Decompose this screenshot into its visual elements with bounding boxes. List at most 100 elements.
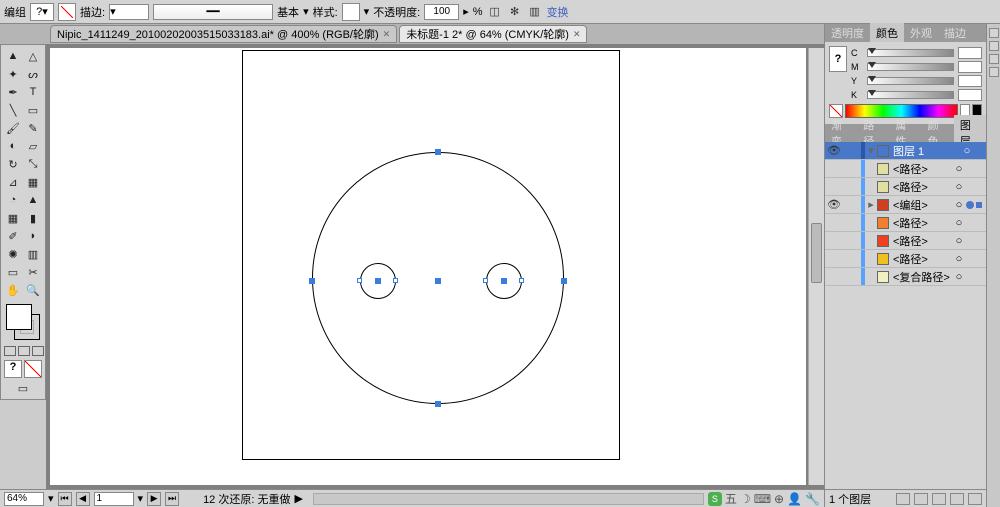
transform-link[interactable]: 变换 (547, 4, 569, 20)
close-icon[interactable]: ✕ (383, 29, 391, 40)
perspective-tool[interactable]: ▲ (24, 192, 42, 208)
rotate-tool[interactable]: ↻ (4, 156, 22, 172)
eyedropper-tool[interactable]: ✐ (4, 228, 22, 244)
mesh-tool[interactable]: ▦ (4, 210, 22, 226)
free-transform-tool[interactable]: ▦ (24, 174, 42, 190)
blend-tool[interactable]: ◗ (24, 228, 42, 244)
magenta-slider[interactable] (867, 63, 954, 71)
cyan-value[interactable] (958, 47, 982, 59)
fill-stroke-control[interactable] (4, 302, 42, 342)
document-tab-1[interactable]: Nipic_1411249_201002020035150331​83.ai* … (50, 25, 397, 43)
help-swatch[interactable]: ? (829, 46, 847, 72)
twirl-icon[interactable]: ▾ (865, 144, 877, 157)
help-button[interactable]: ? (4, 360, 22, 378)
canvas[interactable] (50, 48, 806, 485)
scrollbar-thumb[interactable] (811, 223, 822, 283)
delete-layer-button[interactable] (968, 493, 982, 505)
collapsed-panel-2[interactable] (989, 41, 999, 51)
layer-item[interactable]: 👁▸<编组>○ (825, 196, 986, 214)
artboard-input[interactable] (94, 492, 134, 506)
pen-tool[interactable]: ✒ (4, 84, 22, 100)
new-sublayer-button[interactable] (932, 493, 946, 505)
align-icon[interactable]: ◫ (487, 4, 503, 20)
type-tool[interactable]: T (24, 84, 42, 100)
layer-item[interactable]: <路径>○ (825, 250, 986, 268)
moon-icon[interactable]: ☽ (740, 492, 751, 506)
symbol-sprayer-tool[interactable]: ✺ (4, 246, 22, 262)
fill-swatch[interactable] (6, 304, 32, 330)
scale-tool[interactable]: ⤡ (24, 156, 42, 172)
blob-brush-tool[interactable]: ◐ (4, 138, 22, 154)
target-icon[interactable]: ○ (952, 271, 966, 283)
width-tool[interactable]: ⊿ (4, 174, 22, 190)
anchor-top[interactable] (435, 149, 441, 155)
tab-stroke[interactable]: 描边 (938, 23, 972, 43)
anchor-bottom[interactable] (435, 401, 441, 407)
artboard-tool[interactable]: ▭ (4, 264, 22, 280)
style-swatch[interactable] (342, 3, 360, 21)
prev-artboard-button[interactable]: ◀ (76, 492, 90, 506)
anchor-sc2b[interactable] (483, 278, 488, 283)
anchor-sc1b[interactable] (357, 278, 362, 283)
draw-normal[interactable] (4, 346, 16, 356)
make-clipping-button[interactable] (914, 493, 928, 505)
target-icon[interactable]: ○ (952, 199, 966, 211)
shape-builder-tool[interactable]: ◔ (4, 192, 22, 208)
draw-inside[interactable] (32, 346, 44, 356)
screen-mode[interactable]: ▭ (4, 380, 42, 396)
collapsed-panel-1[interactable] (989, 28, 999, 38)
magenta-value[interactable] (958, 61, 982, 73)
horizontal-scrollbar[interactable] (313, 493, 704, 505)
anchor-left[interactable] (309, 278, 315, 284)
layer-item[interactable]: <路径>○ (825, 214, 986, 232)
twirl-icon[interactable]: ▸ (865, 198, 877, 211)
new-layer-button[interactable] (950, 493, 964, 505)
collapsed-panel-3[interactable] (989, 54, 999, 64)
sogou-icon[interactable]: S (708, 492, 722, 506)
cyan-slider[interactable] (867, 49, 954, 57)
target-icon[interactable]: ○ (952, 235, 966, 247)
line-tool[interactable]: ╲ (4, 102, 22, 118)
anchor-sc2[interactable] (501, 278, 507, 284)
target-icon[interactable]: ○ (952, 253, 966, 265)
locate-object-button[interactable] (896, 493, 910, 505)
layer-item[interactable]: <路径>○ (825, 160, 986, 178)
pencil-tool[interactable]: ✎ (24, 120, 42, 136)
zoom-tool[interactable]: 🔍 (24, 282, 42, 298)
layer-row-top[interactable]: 👁 ▾ 图层 1 ○ (825, 142, 986, 160)
close-icon[interactable]: ✕ (573, 29, 581, 40)
document-tab-2[interactable]: 未标题-1 2* @ 64% (CMYK/轮廓) ✕ (399, 25, 587, 43)
first-artboard-button[interactable]: ⏮ (58, 492, 72, 506)
rectangle-tool[interactable]: ▭ (24, 102, 42, 118)
collapsed-panel-4[interactable] (989, 67, 999, 77)
anchor-center[interactable] (435, 278, 441, 284)
selection-tool[interactable]: ▲ (4, 48, 22, 64)
no-fill-swatch[interactable] (58, 3, 76, 21)
opacity-input[interactable] (424, 4, 459, 20)
tab-appearance[interactable]: 外观 (904, 23, 938, 43)
target-icon[interactable]: ○ (960, 145, 974, 157)
target-icon[interactable]: ○ (952, 217, 966, 229)
wrench-icon[interactable]: 🔧 (805, 492, 820, 506)
black-slider[interactable] (867, 91, 954, 99)
anchor-right[interactable] (561, 278, 567, 284)
draw-behind[interactable] (18, 346, 30, 356)
anchor-sc1[interactable] (375, 278, 381, 284)
last-artboard-button[interactable]: ⏭ (165, 492, 179, 506)
next-artboard-button[interactable]: ▶ (147, 492, 161, 506)
warp-icon[interactable]: ▥ (527, 4, 543, 20)
target-icon[interactable]: ○ (952, 181, 966, 193)
layer-item[interactable]: <路径>○ (825, 178, 986, 196)
yellow-slider[interactable] (867, 77, 954, 85)
lasso-tool[interactable]: ᔕ (24, 66, 42, 82)
direct-selection-tool[interactable]: △ (24, 48, 42, 64)
slice-tool[interactable]: ✂ (24, 264, 42, 280)
graph-tool[interactable]: ▥ (24, 246, 42, 262)
gradient-tool[interactable]: ▮ (24, 210, 42, 226)
layer-item[interactable]: <复合路径>○ (825, 268, 986, 286)
help-dropdown[interactable]: ?▾ (30, 3, 54, 21)
yellow-value[interactable] (958, 75, 982, 87)
keyboard-icon[interactable]: ⌨ (754, 492, 771, 506)
anchor-sc2c[interactable] (519, 278, 524, 283)
ball-icon[interactable]: ⊕ (774, 492, 784, 506)
